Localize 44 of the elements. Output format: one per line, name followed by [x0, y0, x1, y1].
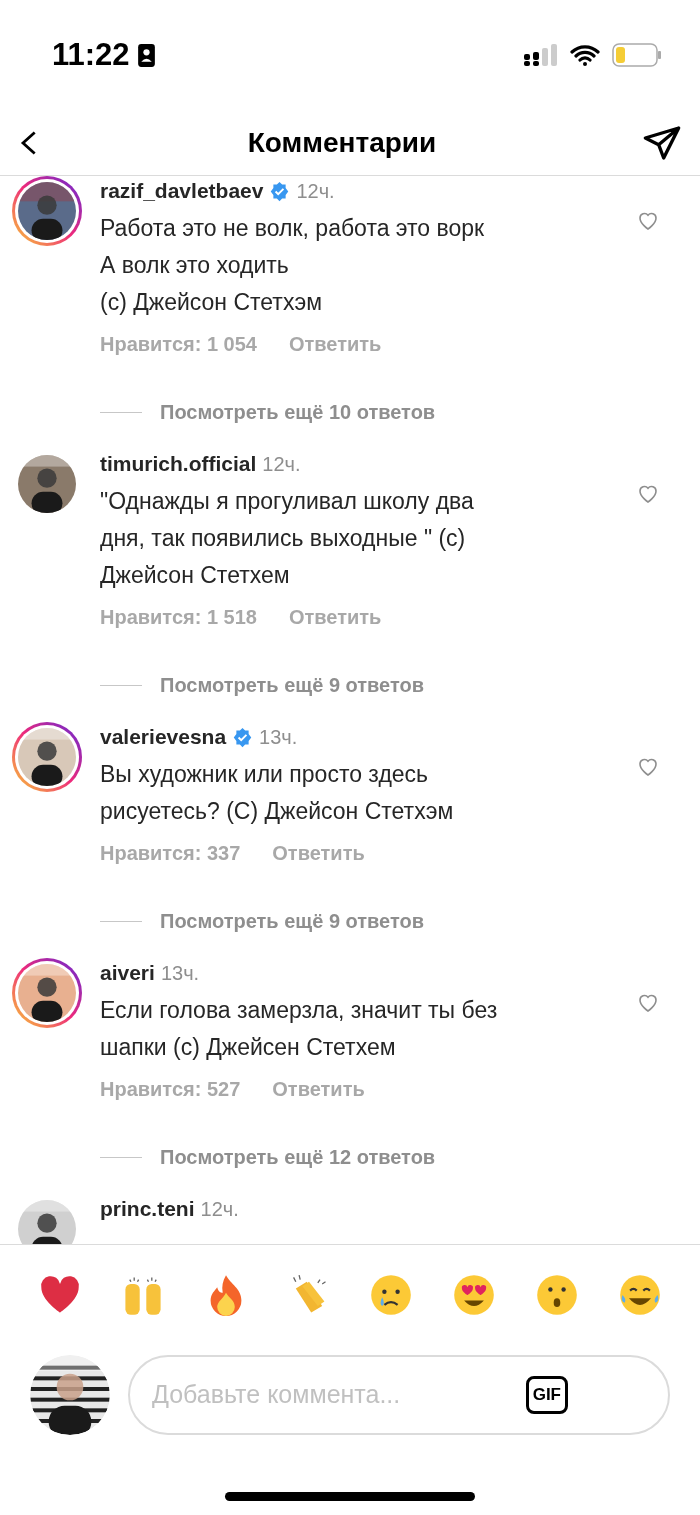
username[interactable]: timurich.official	[100, 448, 257, 480]
comment-text: рисуетесь? (С) Джейсон Стетхэм	[100, 797, 455, 826]
username[interactable]: aiveri	[100, 957, 155, 989]
likes-count[interactable]: Нравится: 1 054	[100, 329, 257, 359]
reply-button[interactable]: Ответить	[288, 602, 382, 632]
view-replies-button[interactable]: Посмотреть ещё 10 ответов	[160, 397, 436, 427]
comment-text: дня, так появились выходные " (с)	[100, 524, 467, 553]
likes-count[interactable]: Нравится: 527	[100, 1074, 241, 1104]
username[interactable]: princ.teni	[100, 1193, 195, 1225]
comment-text: (с) Джейсон Стетхэм	[100, 288, 323, 317]
comment-text: "Однажды я прогуливал школу два	[100, 487, 475, 516]
comment-text: Джейсон Стетхем	[100, 561, 291, 590]
heart-eyes-face-icon[interactable]	[452, 1273, 497, 1317]
reply-button[interactable]: Ответить	[272, 838, 365, 868]
wifi-icon	[570, 44, 600, 66]
comment-time: 13ч.	[259, 725, 298, 750]
comment-text: шапки (с) Джейсен Стетхем	[100, 1033, 397, 1062]
comment-text: А волк это ходить	[100, 251, 290, 280]
username[interactable]: valerievesna	[100, 721, 227, 753]
badge-icon	[137, 43, 155, 67]
signal-icon	[524, 44, 558, 66]
comment-time: 12ч.	[262, 452, 301, 477]
crying-face-icon[interactable]	[369, 1273, 414, 1317]
page-title: Комментарии	[247, 125, 437, 160]
reply-button[interactable]: Ответить	[272, 1074, 365, 1104]
comment-text: Работа это не волк, работа это ворк	[100, 214, 486, 243]
comment-time: 13ч.	[160, 961, 200, 986]
comment-text: Если голова замерзла, значит ты без	[100, 996, 499, 1025]
comment-text: Вы художник или просто здесь	[100, 760, 430, 789]
likes-count[interactable]: Нравится: 337	[100, 838, 241, 868]
view-replies-button[interactable]: Посмотреть ещё 9 ответов	[160, 906, 425, 936]
comment-time: 12ч.	[296, 179, 335, 204]
comment-input[interactable]: Добавьте коммента... GIF	[128, 1355, 670, 1435]
status-time: 11:22	[52, 35, 130, 74]
comment-time: 12ч.	[200, 1197, 239, 1222]
gif-button[interactable]: GIF	[525, 1376, 568, 1414]
reply-button[interactable]: Ответить	[288, 329, 382, 359]
surprised-face-icon[interactable]	[535, 1273, 580, 1317]
battery-icon	[612, 43, 662, 67]
username[interactable]: razif_davletbaev	[100, 176, 264, 207]
view-replies-button[interactable]: Посмотреть ещё 9 ответов	[160, 670, 425, 700]
view-replies-button[interactable]: Посмотреть ещё 12 ответов	[160, 1142, 436, 1172]
likes-count[interactable]: Нравится: 1 518	[100, 602, 257, 632]
laughing-face-icon[interactable]	[617, 1273, 662, 1317]
